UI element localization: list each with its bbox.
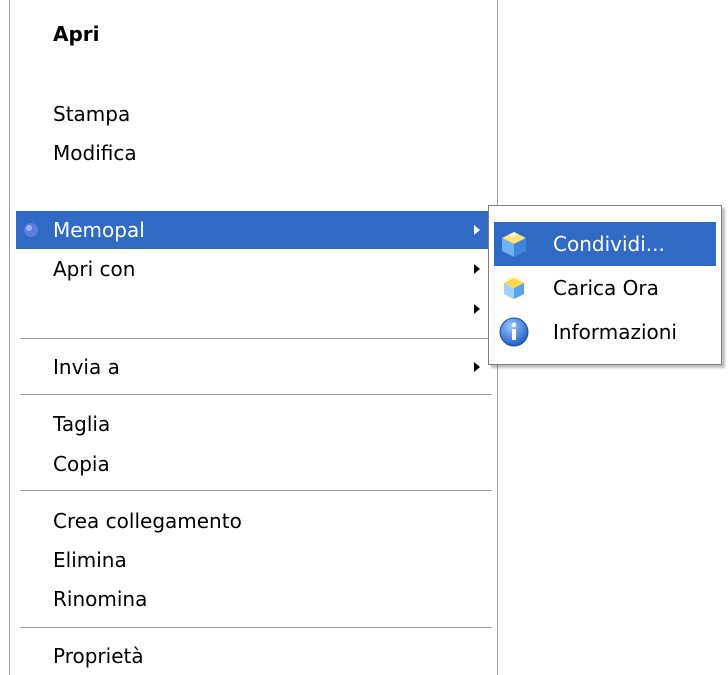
menu-item-label: Copia (53, 452, 110, 476)
menu-item-rinomina[interactable]: Rinomina (16, 580, 488, 618)
menu-item-label: Taglia (53, 412, 111, 436)
menu-item-modifica[interactable]: Modifica (16, 134, 488, 172)
menu-item-label: Proprietà (53, 644, 144, 668)
menu-item-label: Rinomina (53, 587, 148, 611)
menu-item-invia-a[interactable]: Invia a (16, 348, 488, 386)
share-cube-icon (502, 232, 526, 257)
menu-separator (20, 627, 492, 628)
menu-item-label: Crea collegamento (53, 509, 242, 533)
menu-item-crea-collegamento[interactable]: Crea collegamento (16, 502, 488, 540)
submenu-arrow-icon (474, 225, 480, 235)
submenu-item-label: Carica Ora (553, 276, 659, 300)
menu-separator (20, 338, 492, 339)
menu-item-label: Apri (53, 22, 100, 46)
info-icon (499, 317, 529, 347)
menu-item-stampa[interactable]: Stampa (16, 95, 488, 133)
menu-item-taglia[interactable]: Taglia (16, 405, 488, 443)
submenu-item-label: Informazioni (553, 320, 677, 344)
submenu-item-label: Condividi... (553, 232, 665, 256)
submenu-item-carica-ora[interactable]: Carica Ora (494, 266, 716, 310)
submenu-item-condividi[interactable]: Condividi... (494, 222, 716, 266)
menu-item-label: Elimina (53, 548, 127, 572)
menu-item-proprieta[interactable]: Proprietà (16, 637, 488, 675)
menu-item-apri[interactable]: Apri (16, 15, 488, 53)
menu-item-blank[interactable] (16, 290, 488, 328)
submenu-item-informazioni[interactable]: Informazioni (494, 310, 716, 354)
menu-item-elimina[interactable]: Elimina (16, 541, 488, 579)
menu-item-label: Apri con (53, 257, 136, 281)
context-menu: Apri Stampa Modifica Memopal Apri con In… (0, 0, 500, 675)
menu-item-apri-con[interactable]: Apri con (16, 250, 488, 288)
menu-item-copia[interactable]: Copia (16, 445, 488, 483)
submenu-arrow-icon (474, 362, 480, 372)
upload-cube-icon (502, 276, 526, 300)
memopal-icon (24, 223, 38, 237)
menu-left-border (9, 0, 10, 675)
menu-item-label: Modifica (53, 141, 137, 165)
menu-separator (20, 490, 492, 491)
memopal-submenu: Condividi... Carica Ora Informazioni (488, 205, 722, 365)
menu-item-label: Stampa (53, 102, 131, 126)
submenu-arrow-icon (474, 264, 480, 274)
menu-item-label: Invia a (53, 355, 120, 379)
submenu-arrow-icon (474, 304, 480, 314)
menu-separator (20, 394, 492, 395)
menu-item-label: Memopal (53, 218, 145, 242)
menu-item-memopal[interactable]: Memopal (16, 211, 488, 249)
